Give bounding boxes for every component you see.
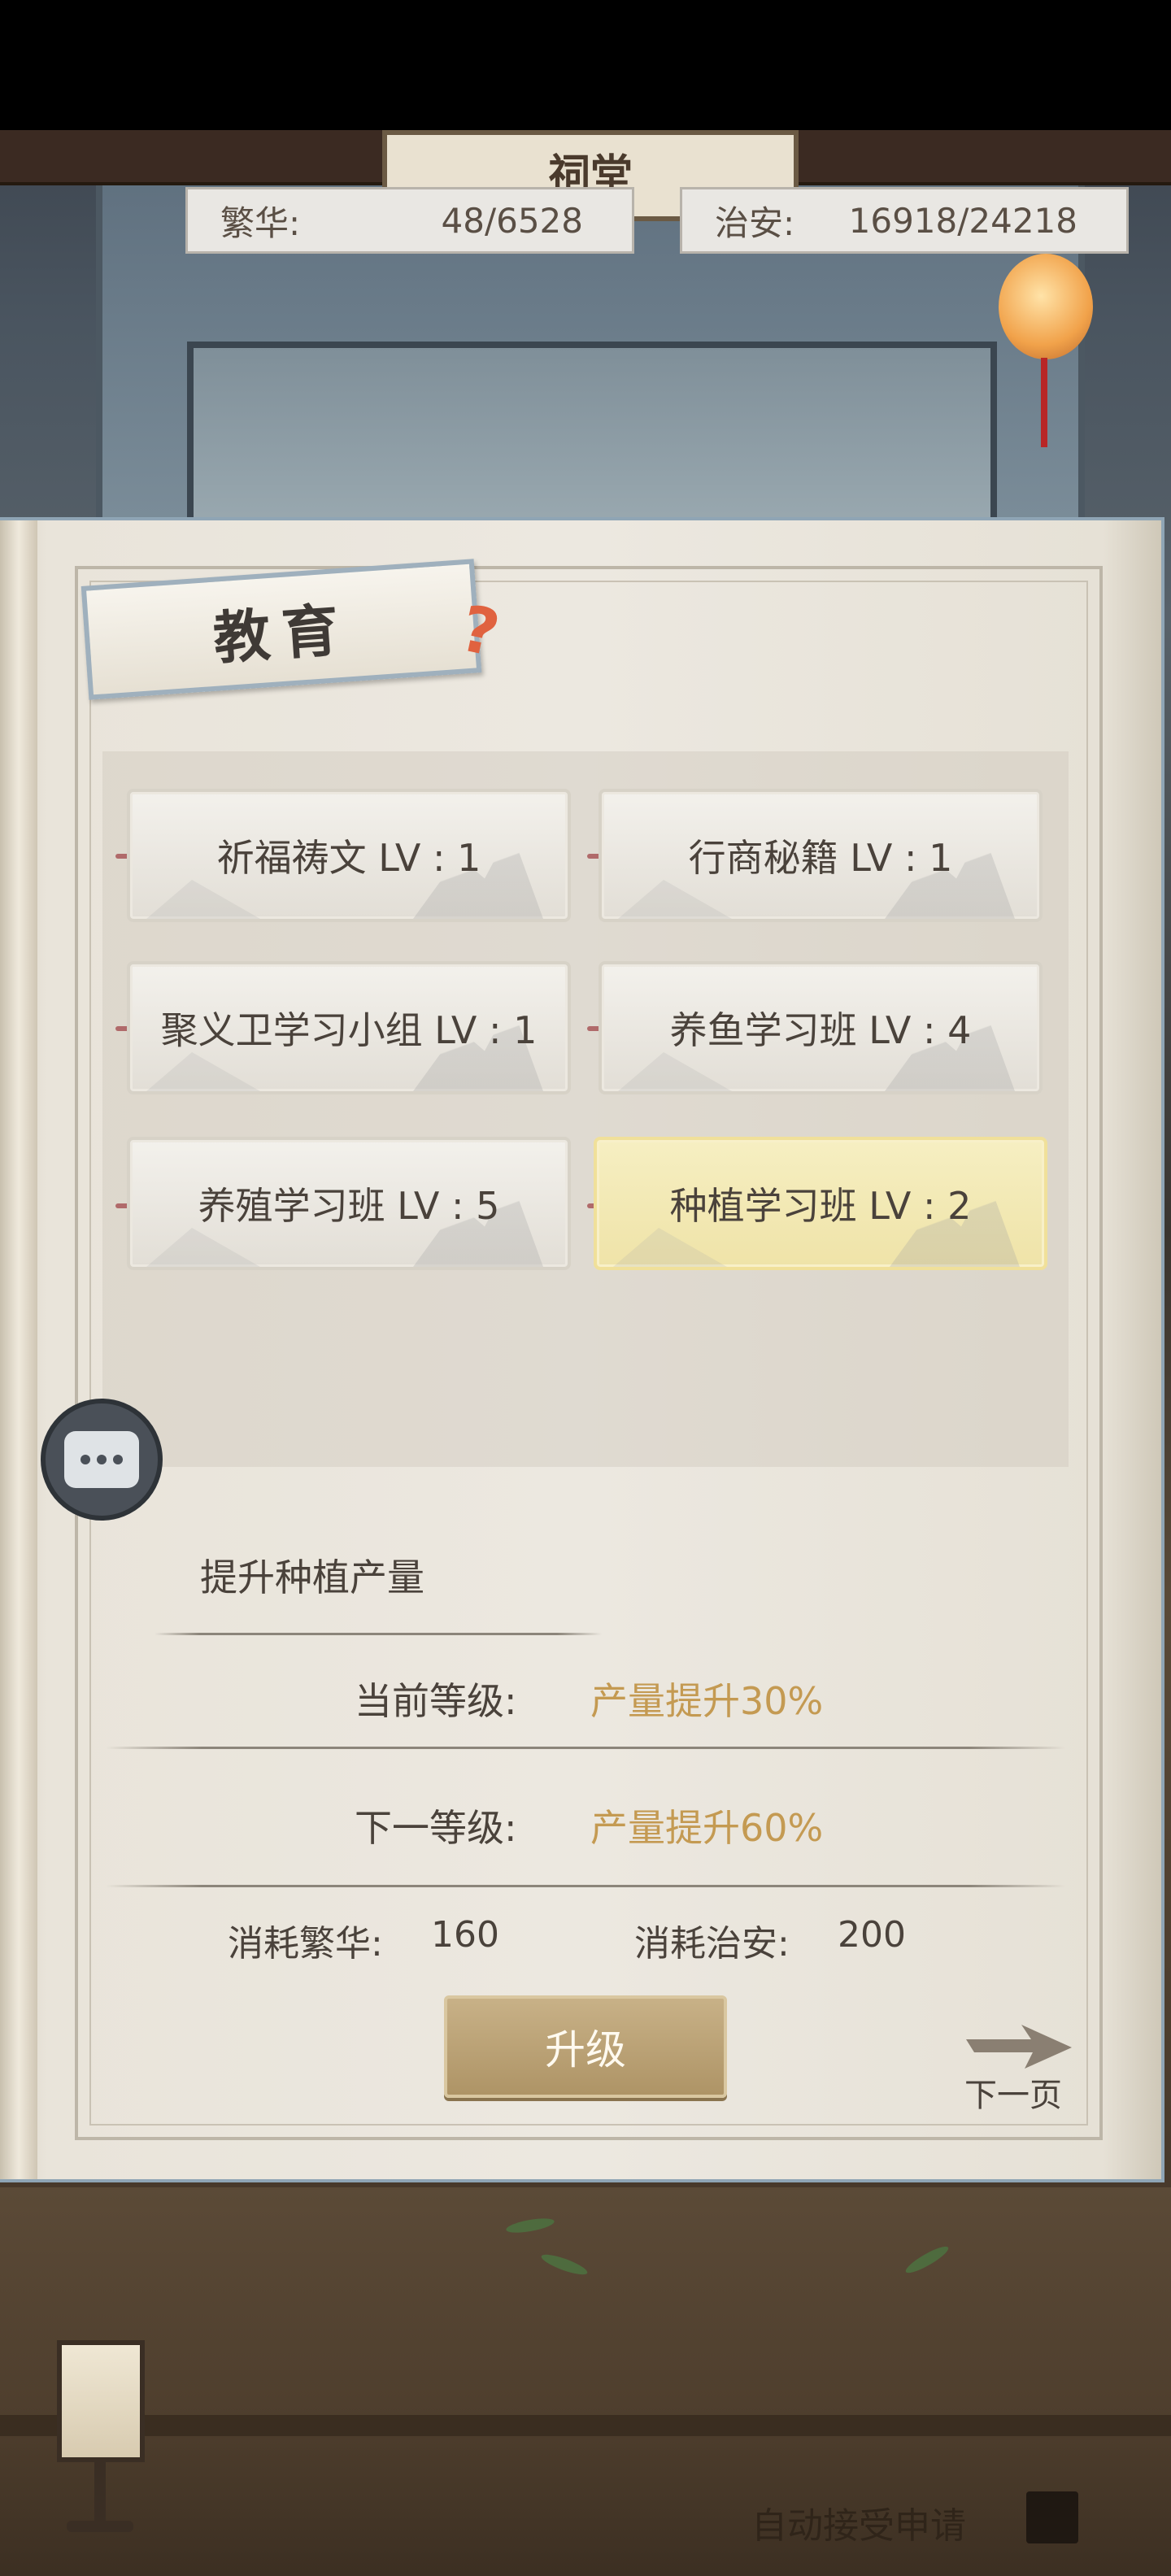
cost-security-value: 200 [838,1914,906,1956]
cost-prosperity-label: 消耗繁华: [228,1923,383,1965]
floor-area [0,2187,1171,2576]
chat-bubble-icon [64,1431,139,1488]
skill-card-label: 行商秘籍 LV : 1 [688,836,953,880]
prosperity-value: 48/6528 [441,200,583,241]
skill-card-label: 聚义卫学习小组 LV : 1 [160,1008,538,1052]
skill-card-label: 养鱼学习班 LV : 4 [669,1008,972,1052]
skill-card-label: 祈福祷文 LV : 1 [216,836,481,880]
next-level-value: 产量提升60% [590,1806,824,1850]
divider [106,1885,1065,1887]
auto-accept-label: 自动接受申请 [751,2505,966,2547]
skill-card-guard-study[interactable]: 聚义卫学习小组 LV : 1 [127,961,571,1094]
arrow-right-icon[interactable] [966,2025,1072,2069]
prosperity-stat: 繁华: 48/6528 [185,187,634,254]
skill-description: 提升种植产量 [200,1556,424,1599]
skill-card-prayer[interactable]: 祈福祷文 LV : 1 [127,789,571,922]
skill-card-trade[interactable]: 行商秘籍 LV : 1 [599,789,1043,922]
cost-security-label: 消耗治安: [634,1923,790,1965]
upgrade-button[interactable]: 升级 [444,1995,727,2098]
lantern-icon [999,254,1093,359]
skill-card-label: 种植学习班 LV : 2 [669,1184,972,1228]
divider [155,1633,602,1635]
next-page-button[interactable]: 下一页 [964,2069,1062,2116]
skill-card-fish-farming[interactable]: 养鱼学习班 LV : 4 [599,961,1043,1094]
skill-card-animal-husbandry[interactable]: 养殖学习班 LV : 5 [127,1137,571,1270]
next-level-label: 下一等级: [355,1806,517,1850]
floor-edge [0,2415,1171,2436]
current-level-value: 产量提升30% [590,1679,824,1723]
prosperity-label: 繁华: [220,202,301,243]
current-level-label: 当前等级: [355,1679,517,1723]
security-stat: 治安: 16918/24218 [680,187,1129,254]
cost-prosperity-value: 160 [431,1914,499,1956]
book-spine [0,520,37,2179]
upgrade-button-label: 升级 [545,2026,626,2073]
skill-card-label: 养殖学习班 LV : 5 [198,1184,500,1228]
divider [106,1747,1065,1749]
lamp-stand [94,2462,106,2527]
security-value: 16918/24218 [848,200,1077,241]
auto-accept-checkbox[interactable] [1026,2491,1078,2543]
skill-card-planting-selected[interactable]: 种植学习班 LV : 2 [594,1137,1047,1270]
lantern-icon[interactable] [57,2340,145,2462]
security-label: 治安: [715,202,795,243]
lamp-base [67,2521,133,2532]
panel-title: 教育 [211,594,353,672]
lantern-tassel [1041,358,1047,447]
chat-button[interactable] [41,1399,163,1521]
